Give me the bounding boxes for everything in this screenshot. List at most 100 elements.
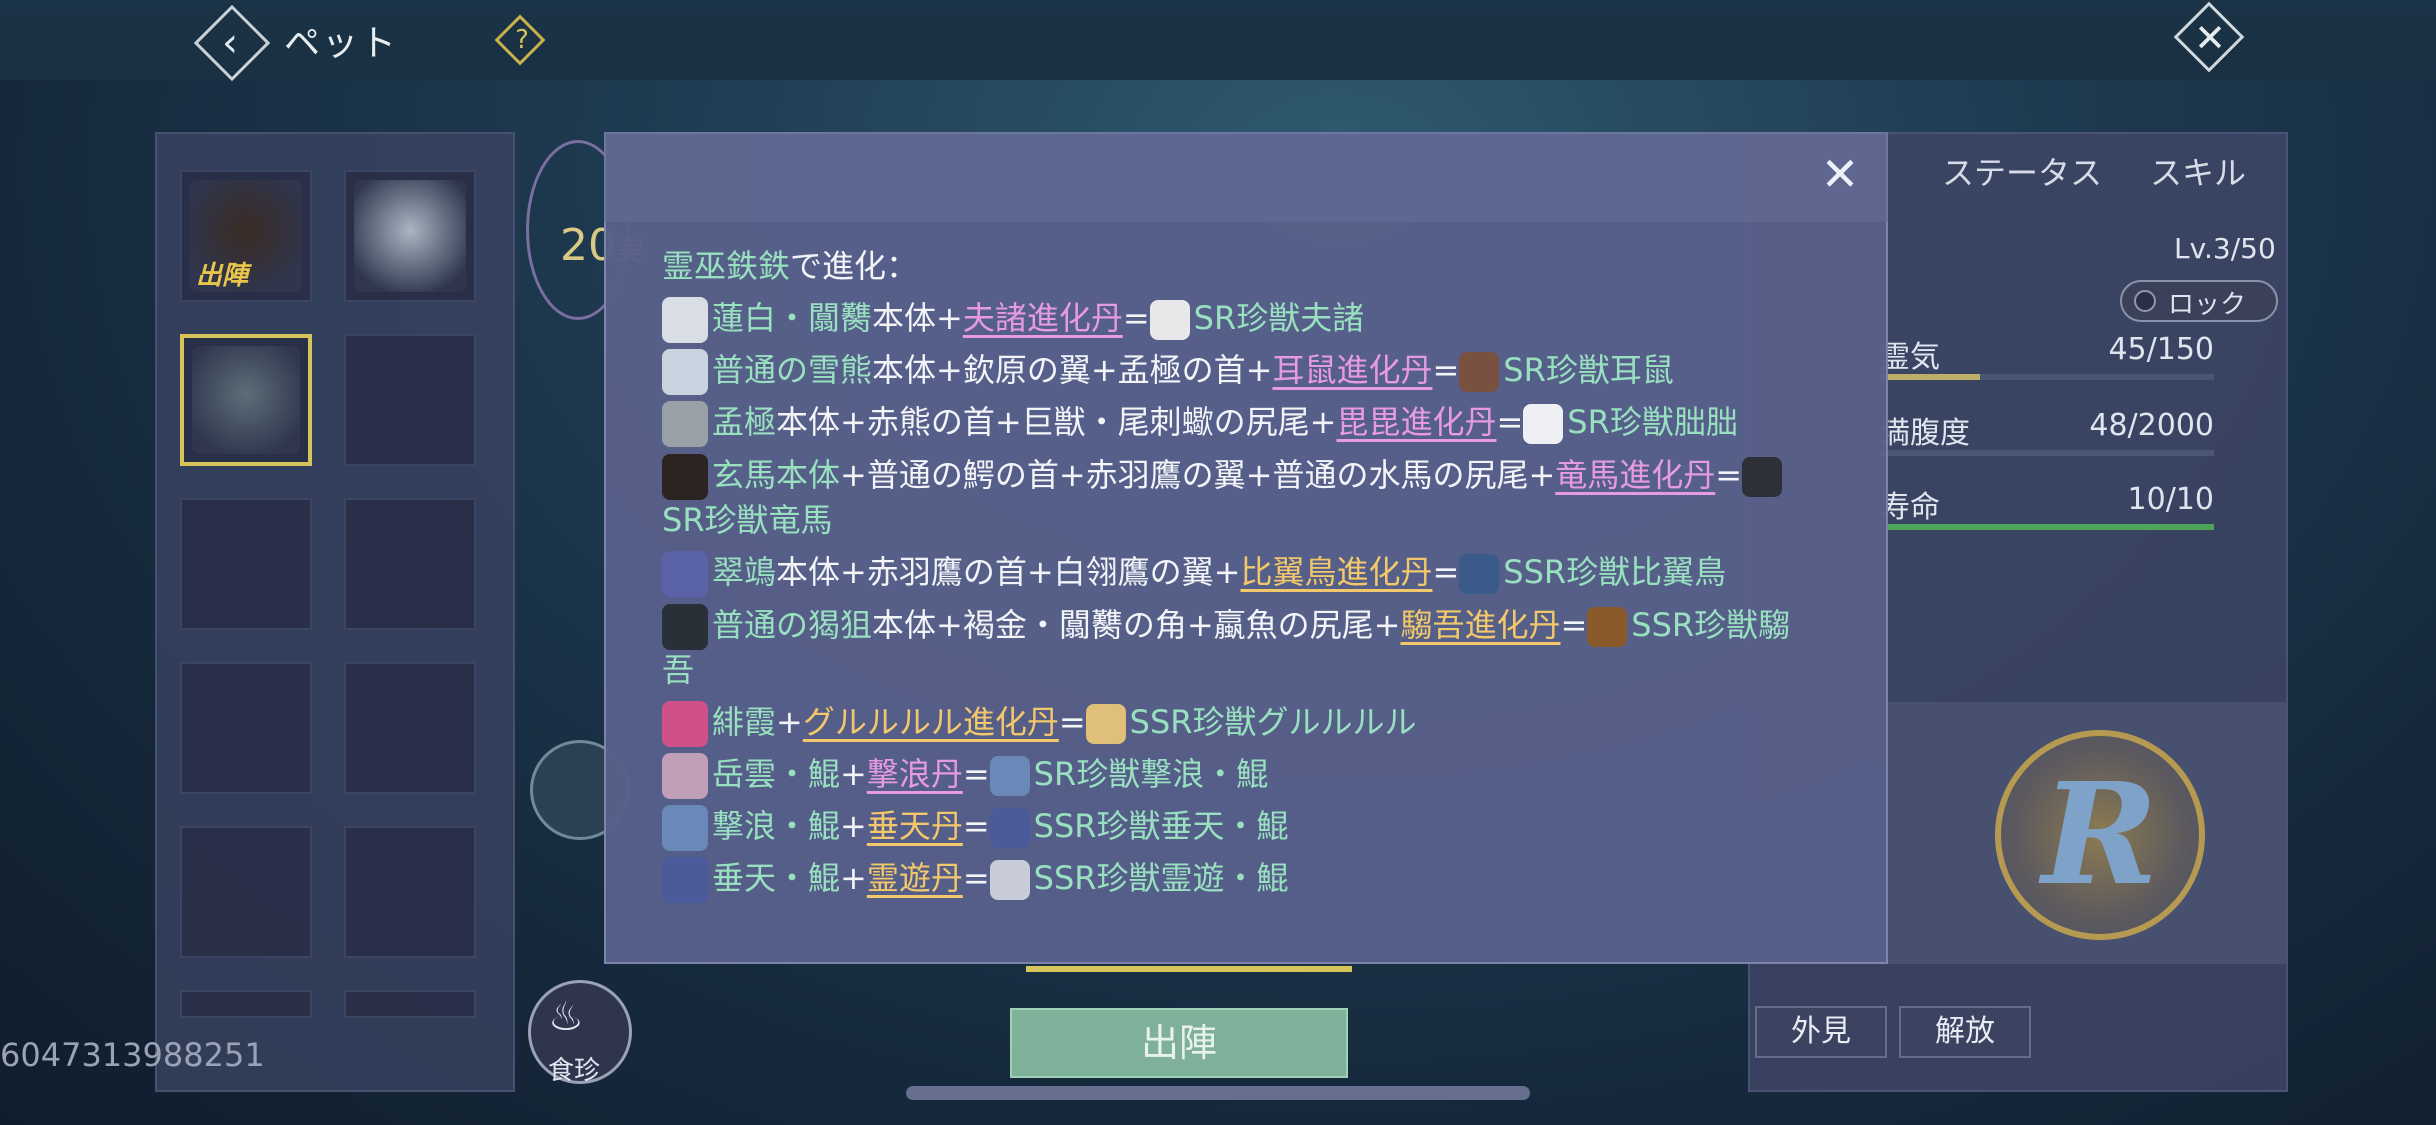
recipe-text: SR珍獣撃浪・鯤 [1033, 755, 1269, 793]
recipe-text: = [962, 859, 990, 897]
result-pet-icon [1742, 457, 1783, 497]
lock-label: ロック [2168, 290, 2247, 320]
evolution-item-link[interactable]: 騶吾進化丹 [1400, 606, 1560, 644]
evolution-recipe: 普通の雪熊本体+欽原の翼+孟極の首+耳鼠進化丹= SR珍獣耳鼠 [662, 344, 1822, 396]
tab-skill[interactable]: スキル [2150, 148, 2246, 194]
result-pet-icon [1149, 300, 1190, 340]
recipe-text: 本体+欽原の翼+孟極の首+ [872, 351, 1273, 389]
stat-label: 霊気 [1880, 340, 1940, 375]
pet-icon [662, 604, 708, 650]
pet-slot[interactable] [180, 826, 312, 958]
evolution-recipe: 小白+白鯨進化丹=SSR珍獣白鯨子 [662, 904, 1822, 908]
recipe-text: = [962, 755, 990, 793]
stat-bar [1880, 374, 2214, 380]
evolution-item-link[interactable]: 毘毘進化丹 [1336, 403, 1496, 441]
pet-slot[interactable] [344, 662, 476, 794]
result-pet-icon [1459, 554, 1500, 594]
pet-slot[interactable] [180, 334, 312, 466]
progress-slider [1026, 966, 1352, 972]
rarity-letter: R [2041, 753, 2159, 917]
recipe-text: 撃浪・鯤 [712, 807, 841, 845]
recipe-text: + [776, 703, 803, 741]
stat-value: 45/150 [2108, 332, 2214, 367]
recipe-text: SR珍獣朏朏 [1567, 403, 1738, 441]
close-icon[interactable]: ✕ [2188, 10, 2232, 66]
evolution-recipe: 玄馬本体+普通の鰐の首+赤羽鷹の翼+普通の水馬の尻尾+竜馬進化丹= SR珍獣竜馬 [662, 448, 1822, 546]
pet-slot[interactable] [344, 334, 476, 466]
stat-value: 10/10 [2127, 482, 2214, 517]
recipe-text: 孟極 [712, 403, 777, 441]
modal-header [604, 132, 1888, 222]
recipe-text: SR珍獣耳鼠 [1503, 351, 1674, 389]
stat-bar-fill [1880, 524, 2214, 530]
recipe-text: 普通の猲狙 [712, 606, 873, 644]
recipe-text: 岳雲・鯤 [712, 755, 841, 793]
lock-toggle-knob[interactable] [2134, 290, 2156, 312]
pet-slot[interactable] [344, 170, 476, 302]
evolution-recipe: 翠鴗本体+赤羽鷹の首+白翎鷹の翼+比翼鳥進化丹= SSR珍獣比翼鳥 [662, 546, 1822, 598]
evolution-recipe: 蓮白・闒臡本体+夫諸進化丹= SR珍獣夫諸 [662, 292, 1822, 344]
pet-icon [662, 805, 708, 851]
pet-icon [662, 753, 708, 799]
stat-value: 48/2000 [2089, 408, 2214, 443]
result-pet-icon [989, 808, 1030, 848]
evolution-recipe: 岳雲・鯤+撃浪丹= SR珍獣撃浪・鯤 [662, 748, 1822, 800]
recipe-text: SSR珍獣垂天・鯤 [1033, 807, 1289, 845]
recipe-text: +普通の鰐の首+赤羽鷹の翼+普通の水馬の尻尾+ [840, 456, 1556, 494]
recipe-text: = [962, 807, 990, 845]
deployed-label: 出陣 [196, 261, 249, 291]
feed-label: 食珍 [548, 1056, 601, 1086]
evolution-item-link[interactable]: 比翼鳥進化丹 [1240, 553, 1432, 591]
recipe-text: SSR珍獣霊遊・鯤 [1033, 859, 1289, 897]
modal-close-icon[interactable]: ✕ [1816, 150, 1864, 198]
pet-icon [662, 551, 708, 597]
evolution-item-link[interactable]: グルルルル進化丹 [803, 703, 1059, 741]
pet-slot[interactable] [344, 498, 476, 630]
release-button[interactable]: 解放 [1899, 1006, 2031, 1058]
recipe-text: 垂天・鯤 [712, 859, 841, 897]
result-pet-icon [1587, 607, 1628, 647]
recipe-text: = [1122, 299, 1150, 337]
evolution-list[interactable]: 霊巫鉄鉄で進化： 蓮白・闒臡本体+夫諸進化丹= SR珍獣夫諸 普通の雪熊本体+欽原の… [662, 240, 1822, 908]
modal-heading: 霊巫鉄鉄で進化： [662, 247, 919, 285]
evolution-item-link[interactable]: 垂天丹 [867, 807, 963, 845]
pet-icon [662, 857, 708, 903]
evolution-recipe: 緋霞+グルルルル進化丹= SSR珍獣グルルルル [662, 696, 1822, 748]
feed-icon[interactable]: ♨ [548, 994, 584, 1040]
result-pet-icon [989, 756, 1030, 796]
recipe-text: + [840, 859, 867, 897]
stat-label: 満腹度 [1880, 416, 1970, 451]
evolution-item-link[interactable]: 霊遊丹 [867, 859, 963, 897]
pet-icon [662, 297, 708, 343]
pet-slot[interactable] [180, 662, 312, 794]
recipe-text: 本体+赤熊の首+巨獣・尾刺蠍の尻尾+ [776, 403, 1337, 441]
evolution-item-link[interactable]: 竜馬進化丹 [1555, 456, 1715, 494]
recipe-text: = [1715, 456, 1743, 494]
recipe-text: = [1432, 351, 1460, 389]
pet-slot[interactable] [344, 990, 476, 1018]
stat-bar [1880, 524, 2214, 530]
pet-slot[interactable] [344, 826, 476, 958]
evolution-item-link[interactable]: 耳鼠進化丹 [1272, 351, 1432, 389]
pet-icon [662, 349, 708, 395]
pet-slot[interactable] [180, 498, 312, 630]
recipe-text: 本体+褐金・闒臡の角+蠃魚の尻尾+ [872, 606, 1401, 644]
recipe-text: 本体+ [872, 299, 963, 337]
evolution-item-link[interactable]: 撃浪丹 [867, 755, 963, 793]
tab-status[interactable]: ステータス [1942, 148, 2102, 194]
pet-icon [662, 454, 708, 500]
page-title: ペット [284, 23, 399, 64]
evolution-item-link[interactable]: 夫諸進化丹 [963, 299, 1123, 337]
appearance-button[interactable]: 外見 [1755, 1006, 1887, 1058]
recipe-text: SSR珍獣比翼鳥 [1503, 553, 1727, 591]
result-pet-icon [1523, 404, 1564, 444]
pet-icon [662, 401, 708, 447]
stat-bar [1880, 450, 2214, 456]
evolution-recipe: 垂天・鯤+霊遊丹= SSR珍獣霊遊・鯤 [662, 852, 1822, 904]
back-icon[interactable]: ‹ [222, 18, 238, 68]
pet-slot[interactable] [180, 990, 312, 1018]
pet-portrait [192, 346, 300, 454]
pet-slot[interactable]: 出陣 [180, 170, 312, 302]
help-icon[interactable]: ? [510, 20, 534, 60]
sortie-button[interactable]: 出陣 [1010, 1008, 1348, 1078]
